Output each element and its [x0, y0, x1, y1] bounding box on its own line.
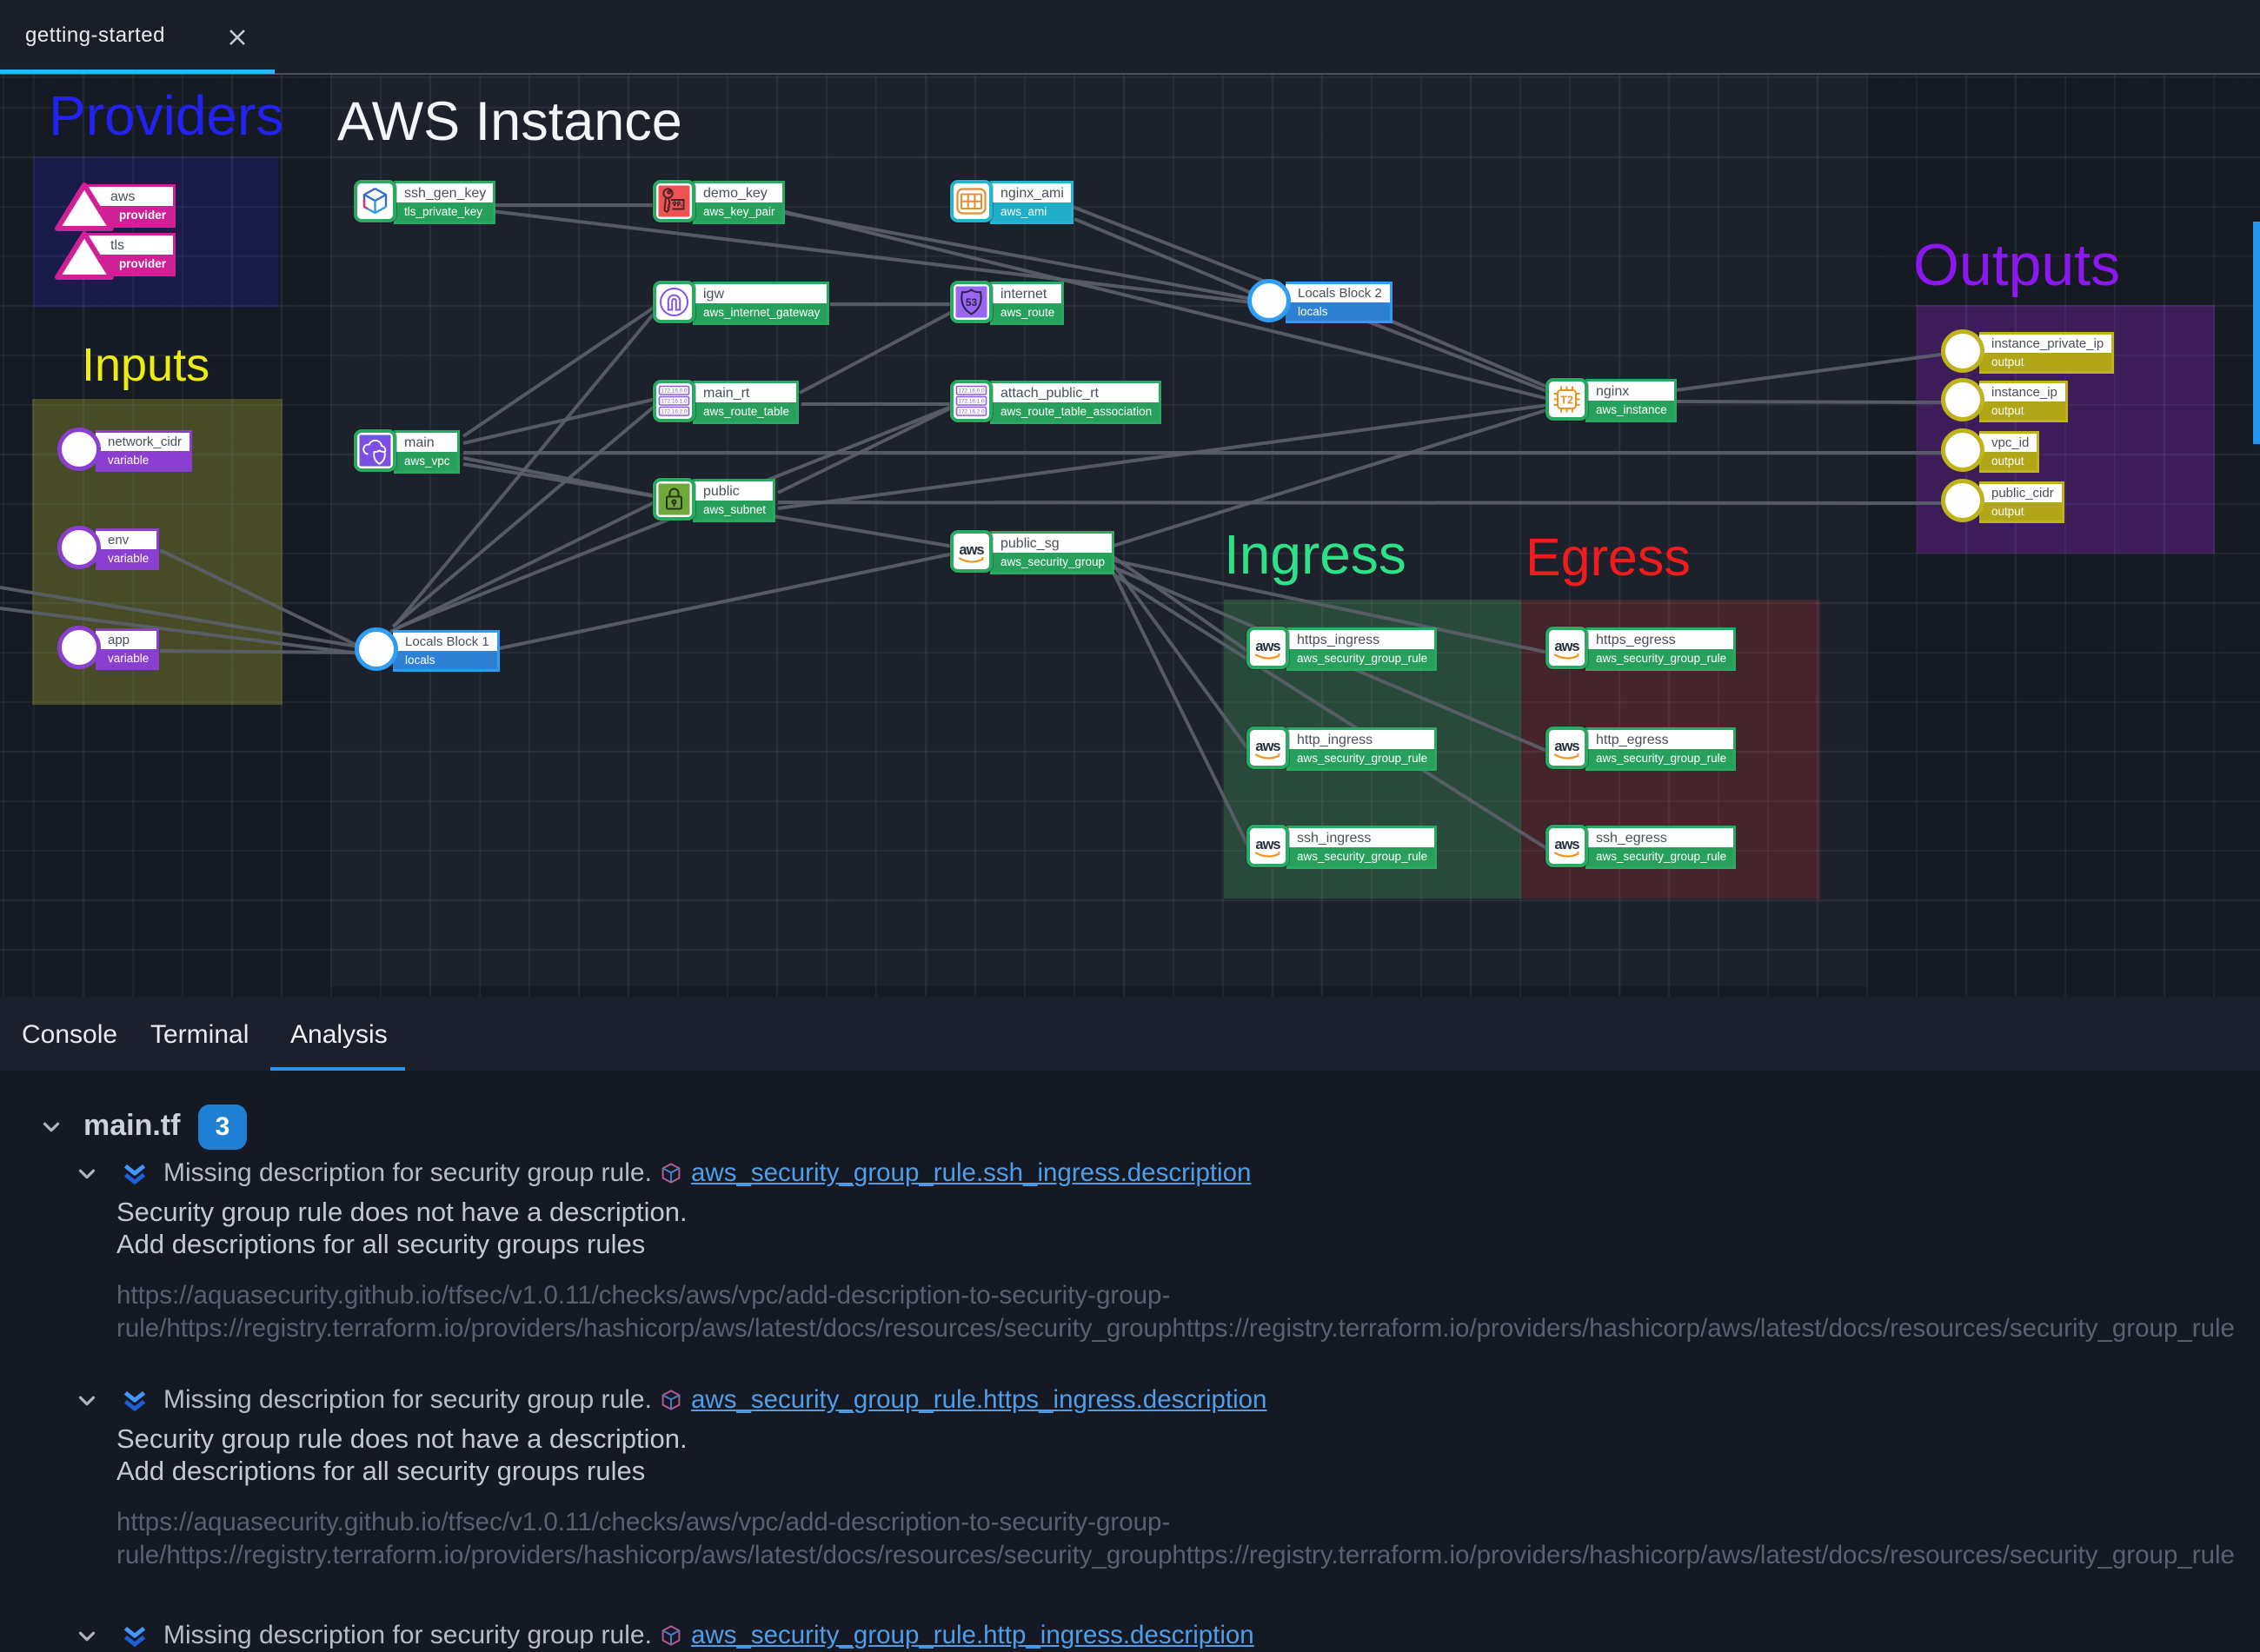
- svg-text:aws: aws: [959, 542, 984, 558]
- svg-text:172.16.1.0: 172.16.1.0: [958, 399, 985, 405]
- svg-text:172.16.0.0: 172.16.0.0: [958, 388, 985, 395]
- svg-text:172.16.2.0: 172.16.2.0: [661, 409, 688, 415]
- svg-text:172.16.2.0: 172.16.2.0: [958, 409, 985, 415]
- svg-text:53: 53: [966, 296, 978, 309]
- svg-text:aws: aws: [1554, 639, 1579, 654]
- svg-text:172.16.0.0: 172.16.0.0: [661, 388, 688, 395]
- svg-text:aws: aws: [1255, 739, 1280, 754]
- svg-text:aws: aws: [1255, 639, 1280, 654]
- svg-text:aws: aws: [1554, 739, 1579, 754]
- svg-text:aws: aws: [1255, 837, 1280, 853]
- svg-text:T2: T2: [1560, 395, 1573, 407]
- svg-text:172.16.1.0: 172.16.1.0: [661, 399, 688, 405]
- svg-text:aws: aws: [1554, 837, 1579, 853]
